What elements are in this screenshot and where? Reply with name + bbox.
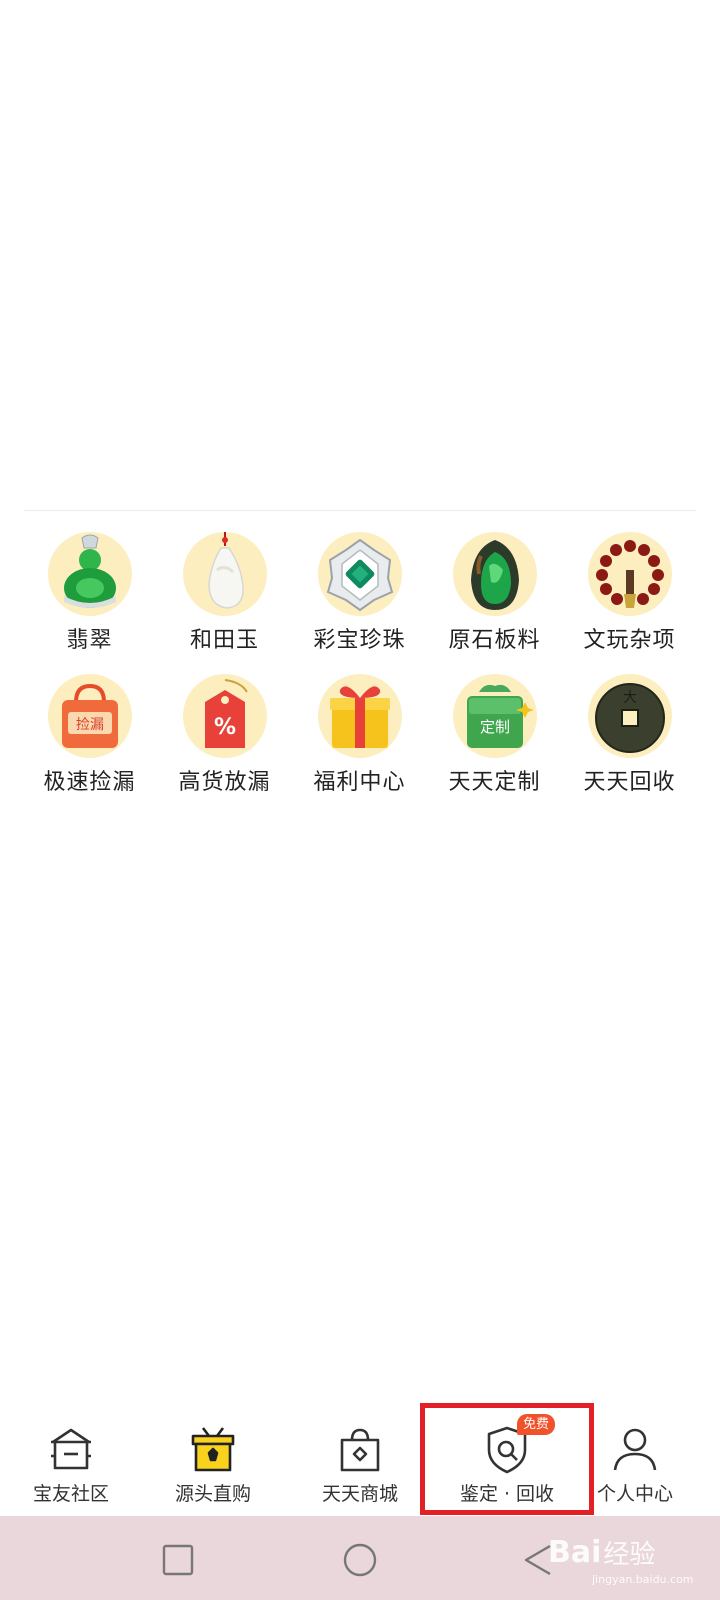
tab-mall[interactable]: 天天商城 <box>295 1424 425 1514</box>
category-gaohuo-fanglou[interactable]: % 高货放漏 <box>157 672 292 814</box>
category-tiantian-dingzhi[interactable]: 定制 天天定制 <box>427 672 562 814</box>
section-divider <box>24 510 696 511</box>
category-wenwan[interactable]: 文玩杂项 <box>562 530 697 672</box>
tab-direct-purchase[interactable]: 源头直购 <box>148 1424 278 1514</box>
user-profile-icon <box>609 1424 661 1476</box>
category-grid: 翡翠 和田玉 彩宝珍珠 原石板料 文玩杂项 捡漏 极速捡漏 % 高货放漏 福利中… <box>22 530 698 814</box>
category-fuli-zhongxin[interactable]: 福利中心 <box>292 672 427 814</box>
jade-buddha-icon <box>46 530 134 618</box>
category-hetianyu[interactable]: 和田玉 <box>157 530 292 672</box>
direct-purchase-icon <box>187 1424 239 1476</box>
gem-ring-icon <box>316 530 404 618</box>
tab-label: 宝友社区 <box>32 1483 109 1505</box>
raw-stone-icon <box>451 530 539 618</box>
prayer-beads-icon <box>586 530 674 618</box>
category-label: 高货放漏 <box>178 770 271 795</box>
watermark-text: 经验 <box>603 1540 656 1570</box>
category-label: 文玩杂项 <box>583 628 676 653</box>
category-feicui[interactable]: 翡翠 <box>22 530 157 672</box>
category-caibao[interactable]: 彩宝珍珠 <box>292 530 427 672</box>
price-tag-icon: % <box>181 672 269 760</box>
category-label: 天天回收 <box>583 770 676 795</box>
category-label: 福利中心 <box>313 770 406 795</box>
baidu-jingyan-watermark: Bai 经验 <box>548 1534 655 1571</box>
bag-text: 捡漏 <box>76 716 104 733</box>
coin-text: 大 <box>623 690 637 706</box>
hetian-jade-pendant-icon <box>181 530 269 618</box>
category-label: 极速捡漏 <box>43 770 136 795</box>
mall-bag-icon <box>334 1424 386 1476</box>
category-yuanshi[interactable]: 原石板料 <box>427 530 562 672</box>
category-label: 和田玉 <box>189 628 259 653</box>
tab-label: 个人中心 <box>596 1483 673 1505</box>
category-jisu-jianlou[interactable]: 捡漏 极速捡漏 <box>22 672 157 814</box>
shopping-bag-icon: 捡漏 <box>46 672 134 760</box>
home-circle-icon[interactable] <box>342 1542 378 1578</box>
recent-apps-icon[interactable] <box>160 1542 196 1578</box>
ancient-coin-icon: 大 <box>586 672 674 760</box>
category-label: 原石板料 <box>448 628 541 653</box>
tag-text: % <box>213 715 235 740</box>
category-tiantian-huishou[interactable]: 大 天天回收 <box>562 672 697 814</box>
category-label: 天天定制 <box>448 770 541 795</box>
category-label: 彩宝珍珠 <box>313 628 406 653</box>
category-label: 翡翠 <box>66 628 113 653</box>
box-text: 定制 <box>479 718 509 736</box>
tab-label: 源头直购 <box>174 1483 251 1505</box>
tab-label: 天天商城 <box>321 1483 398 1505</box>
community-house-icon <box>45 1424 97 1476</box>
custom-box-icon: 定制 <box>451 672 539 760</box>
highlight-box <box>420 1403 594 1515</box>
watermark-brand: Bai <box>548 1535 602 1570</box>
watermark-url: jingyan.baidu.com <box>592 1573 694 1586</box>
gift-box-icon <box>316 672 404 760</box>
bottom-tab-bar: 宝友社区 源头直购 天天商城 免费 鉴定 · 回收 个人中心 <box>0 1400 720 1515</box>
tab-community[interactable]: 宝友社区 <box>6 1424 136 1514</box>
category-row-2: 捡漏 极速捡漏 % 高货放漏 福利中心 定制 天天定制 大 天天回收 <box>22 672 698 814</box>
category-row-1: 翡翠 和田玉 彩宝珍珠 原石板料 文玩杂项 <box>22 530 698 672</box>
